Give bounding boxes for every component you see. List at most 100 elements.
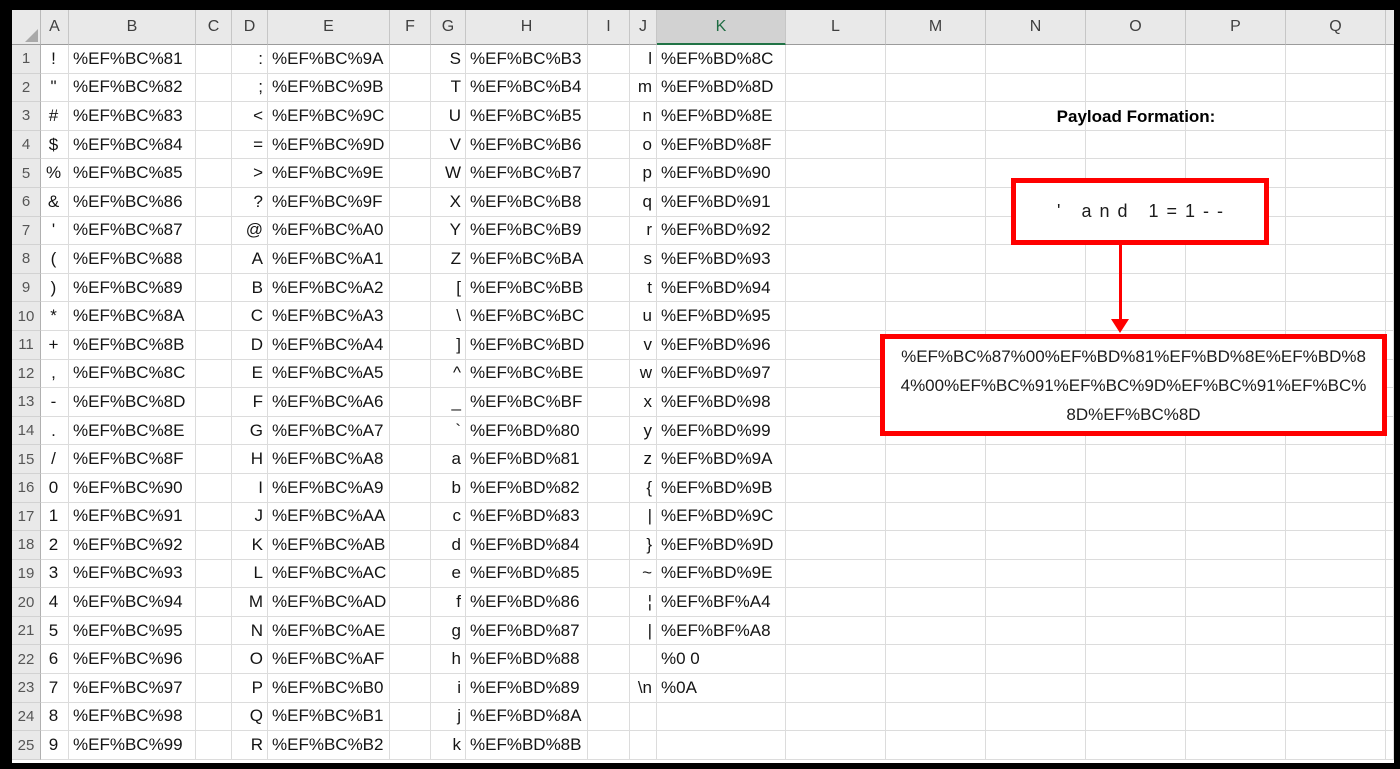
row-header-10[interactable]: 10 xyxy=(12,302,41,331)
cell-H22[interactable]: %EF%BD%88 xyxy=(466,645,588,675)
cell-F19[interactable] xyxy=(390,559,431,589)
cell-O17[interactable] xyxy=(1086,502,1186,532)
cell-B23[interactable]: %EF%BC%97 xyxy=(69,674,196,703)
cell-G2[interactable]: T xyxy=(431,73,466,103)
cell-B14[interactable]: %EF%BC%8E xyxy=(69,416,196,446)
cell-I7[interactable] xyxy=(588,216,630,246)
cell-K1[interactable]: %EF%BD%8C xyxy=(657,45,786,74)
cell-C23[interactable] xyxy=(196,674,232,703)
column-header-P[interactable]: P xyxy=(1186,10,1286,45)
cell-H24[interactable]: %EF%BD%8A xyxy=(466,702,588,732)
cell-A11[interactable]: + xyxy=(41,330,69,360)
cell-F23[interactable] xyxy=(390,674,431,703)
cell-P4[interactable] xyxy=(1186,130,1286,160)
cell-C22[interactable] xyxy=(196,645,232,675)
cell-A14[interactable]: . xyxy=(41,416,69,446)
cell-D8[interactable]: A xyxy=(232,245,268,274)
cell-G18[interactable]: d xyxy=(431,531,466,560)
cell-F16[interactable] xyxy=(390,473,431,503)
cell-I20[interactable] xyxy=(588,588,630,617)
cell-C5[interactable] xyxy=(196,159,232,188)
cell-A16[interactable]: 0 xyxy=(41,473,69,503)
cell-L14[interactable] xyxy=(786,416,886,446)
cell-C17[interactable] xyxy=(196,502,232,532)
cell-P21[interactable] xyxy=(1186,616,1286,646)
cell-D23[interactable]: P xyxy=(232,674,268,703)
cell-Q18[interactable] xyxy=(1286,531,1386,560)
cell-G11[interactable]: ] xyxy=(431,330,466,360)
cell-F8[interactable] xyxy=(390,245,431,274)
cell-K4[interactable]: %EF%BD%8F xyxy=(657,130,786,160)
cell-L3[interactable] xyxy=(786,102,886,131)
payload-input-box[interactable]: ' and 1=1-- xyxy=(1011,178,1269,245)
cell-E9[interactable]: %EF%BC%A2 xyxy=(268,273,390,303)
cell-F4[interactable] xyxy=(390,130,431,160)
cell-P25[interactable] xyxy=(1186,731,1286,760)
cell-C25[interactable] xyxy=(196,731,232,760)
cell-G16[interactable]: b xyxy=(431,473,466,503)
cell-D21[interactable]: N xyxy=(232,616,268,646)
cell-A4[interactable]: $ xyxy=(41,130,69,160)
cell-N24[interactable] xyxy=(986,702,1086,732)
cell-O25[interactable] xyxy=(1086,731,1186,760)
cell-D25[interactable]: R xyxy=(232,731,268,760)
cell-I2[interactable] xyxy=(588,73,630,103)
cell-P20[interactable] xyxy=(1186,588,1286,617)
row-header-18[interactable]: 18 xyxy=(12,531,41,560)
cell-H20[interactable]: %EF%BD%86 xyxy=(466,588,588,617)
cell-H15[interactable]: %EF%BD%81 xyxy=(466,445,588,474)
cell-M20[interactable] xyxy=(886,588,986,617)
cell-G1[interactable]: S xyxy=(431,45,466,74)
cell-L19[interactable] xyxy=(786,559,886,589)
cell-N21[interactable] xyxy=(986,616,1086,646)
cell-E1[interactable]: %EF%BC%9A xyxy=(268,45,390,74)
cell-D7[interactable]: @ xyxy=(232,216,268,246)
cell-D13[interactable]: F xyxy=(232,388,268,417)
cell-A5[interactable]: % xyxy=(41,159,69,188)
row-header-1[interactable]: 1 xyxy=(12,45,41,74)
cell-J20[interactable]: ¦ xyxy=(630,588,657,617)
cell-F3[interactable] xyxy=(390,102,431,131)
cell-I18[interactable] xyxy=(588,531,630,560)
cell-B16[interactable]: %EF%BC%90 xyxy=(69,473,196,503)
cell-J4[interactable]: o xyxy=(630,130,657,160)
cell-N20[interactable] xyxy=(986,588,1086,617)
column-header-J[interactable]: J xyxy=(630,10,657,45)
row-header-13[interactable]: 13 xyxy=(12,388,41,417)
cell-J10[interactable]: u xyxy=(630,302,657,331)
cell-E6[interactable]: %EF%BC%9F xyxy=(268,187,390,217)
cell-I22[interactable] xyxy=(588,645,630,675)
cell-F2[interactable] xyxy=(390,73,431,103)
cell-B9[interactable]: %EF%BC%89 xyxy=(69,273,196,303)
cell-J3[interactable]: n xyxy=(630,102,657,131)
cell-D4[interactable]: = xyxy=(232,130,268,160)
cell-Q20[interactable] xyxy=(1286,588,1386,617)
cell-B2[interactable]: %EF%BC%82 xyxy=(69,73,196,103)
cell-C2[interactable] xyxy=(196,73,232,103)
cell-L21[interactable] xyxy=(786,616,886,646)
cell-A9[interactable]: ) xyxy=(41,273,69,303)
cell-Q15[interactable] xyxy=(1286,445,1386,474)
cell-K24[interactable] xyxy=(657,702,786,732)
cell-C14[interactable] xyxy=(196,416,232,446)
cell-K11[interactable]: %EF%BD%96 xyxy=(657,330,786,360)
row-header-3[interactable]: 3 xyxy=(12,102,41,131)
cell-D22[interactable]: O xyxy=(232,645,268,675)
cell-K25[interactable] xyxy=(657,731,786,760)
cell-N23[interactable] xyxy=(986,674,1086,703)
cell-P1[interactable] xyxy=(1186,45,1286,74)
cell-G24[interactable]: j xyxy=(431,702,466,732)
cell-I9[interactable] xyxy=(588,273,630,303)
cell-C8[interactable] xyxy=(196,245,232,274)
cell-I23[interactable] xyxy=(588,674,630,703)
cell-M15[interactable] xyxy=(886,445,986,474)
cell-M10[interactable] xyxy=(886,302,986,331)
cell-O22[interactable] xyxy=(1086,645,1186,675)
cell-Q21[interactable] xyxy=(1286,616,1386,646)
cell-G19[interactable]: e xyxy=(431,559,466,589)
cell-H7[interactable]: %EF%BC%B9 xyxy=(466,216,588,246)
cell-J15[interactable]: z xyxy=(630,445,657,474)
cell-G14[interactable]: ` xyxy=(431,416,466,446)
cell-P10[interactable] xyxy=(1186,302,1286,331)
cell-G23[interactable]: i xyxy=(431,674,466,703)
